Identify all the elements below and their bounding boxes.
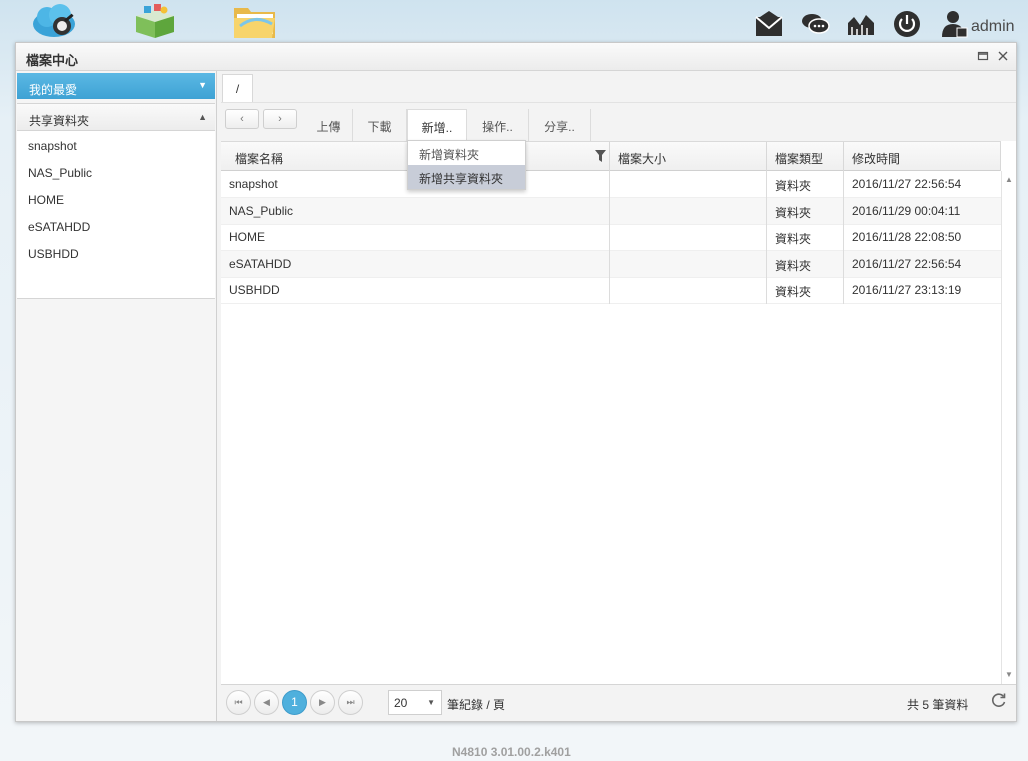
cell-type: 資料夾 — [767, 277, 844, 304]
user-icon[interactable] — [940, 9, 970, 39]
toolbar: ‹ › 上傳 下載 新增.. 操作.. 分享.. — [221, 103, 1016, 141]
last-page-icon[interactable]: ⏭ — [338, 690, 363, 715]
forward-button[interactable]: › — [263, 109, 297, 129]
user-name[interactable]: admin — [971, 18, 1015, 36]
vertical-scrollbar[interactable]: ▲ ▼ — [1001, 171, 1016, 684]
operations-button[interactable]: 操作.. — [467, 109, 529, 141]
cell-size — [610, 171, 767, 198]
cell-type: 資料夾 — [767, 251, 844, 278]
caret-up-icon: ▲ — [198, 112, 207, 122]
cell-size — [610, 277, 767, 304]
window-titlebar[interactable]: 檔案中心 — [16, 43, 1016, 71]
cell-type: 資料夾 — [767, 198, 844, 225]
cell-size — [610, 251, 767, 278]
cell-size — [610, 198, 767, 225]
file-browser: / ‹ › 上傳 下載 新增.. 操作.. 分享.. 檔案名稱 檔案大小 檔案類… — [221, 71, 1016, 721]
shared-folder-item[interactable]: HOME — [17, 185, 215, 212]
table-row[interactable]: USBHDD 資料夾 2016/11/27 23:13:19 — [221, 277, 1001, 304]
first-page-icon[interactable]: ⏮ — [226, 690, 251, 715]
menu-item-new-folder[interactable]: 新增資料夾 — [408, 141, 525, 165]
cell-size — [610, 224, 767, 251]
close-icon[interactable] — [996, 49, 1010, 63]
download-button[interactable]: 下載 — [353, 109, 407, 141]
prev-page-icon[interactable]: ◀ — [254, 690, 279, 715]
back-button[interactable]: ‹ — [225, 109, 259, 129]
grid-header: 檔案名稱 檔案大小 檔案類型 修改時間 — [221, 141, 1001, 171]
app-center-icon[interactable] — [130, 2, 180, 40]
scroll-up-icon[interactable]: ▲ — [1005, 175, 1013, 184]
total-count: 共 5 筆資料 — [907, 698, 969, 712]
shared-folder-list: snapshot NAS_Public HOME eSATAHDD USBHDD — [17, 131, 215, 299]
filter-icon[interactable] — [595, 150, 606, 162]
shared-folders-header[interactable]: 共享資料夾 ▲ — [17, 103, 215, 131]
pagination-bar: ⏮ ◀ 1 ▶ ⏭ 20 ▼ 筆紀錄 / 頁 共 5 筆資料 — [221, 684, 1016, 721]
table-row[interactable]: eSATAHDD 資料夾 2016/11/27 22:56:54 — [221, 251, 1001, 278]
file-folder-icon[interactable] — [230, 2, 280, 40]
new-button[interactable]: 新增.. — [407, 109, 467, 141]
power-icon[interactable] — [892, 9, 922, 39]
column-header-type[interactable]: 檔案類型 — [767, 142, 844, 171]
table-row[interactable]: snapshot 資料夾 2016/11/27 22:56:54 — [221, 171, 1001, 198]
column-header-size[interactable]: 檔案大小 — [610, 142, 767, 171]
caret-down-icon: ▼ — [427, 698, 435, 707]
table-row[interactable]: NAS_Public 資料夾 2016/11/29 00:04:11 — [221, 198, 1001, 225]
new-dropdown-menu: 新增資料夾 新增共享資料夾 — [407, 140, 526, 190]
cell-name: eSATAHDD — [221, 251, 610, 278]
column-header-label: 檔案大小 — [618, 152, 667, 166]
upload-button[interactable]: 上傳 — [305, 109, 353, 141]
message-icon[interactable] — [754, 9, 784, 39]
column-header-label: 檔案類型 — [775, 152, 824, 166]
shared-folders-label: 共享資料夾 — [29, 114, 90, 128]
favorites-label: 我的最愛 — [29, 83, 78, 97]
favorites-header[interactable]: 我的最愛 ▼ — [17, 73, 215, 99]
maximize-icon[interactable] — [976, 49, 990, 63]
cell-type: 資料夾 — [767, 224, 844, 251]
shared-folder-item[interactable]: snapshot — [17, 131, 215, 158]
chat-icon[interactable] — [800, 9, 830, 39]
column-header-label: 修改時間 — [852, 152, 901, 166]
cell-time: 2016/11/29 00:04:11 — [852, 204, 961, 218]
cloud-drive-icon[interactable] — [30, 2, 80, 40]
refresh-icon[interactable] — [991, 692, 1007, 708]
page-size-select[interactable]: 20 ▼ — [388, 690, 442, 715]
shared-folder-item[interactable]: eSATAHDD — [17, 212, 215, 239]
cell-type: 資料夾 — [767, 171, 844, 198]
file-list: snapshot 資料夾 2016/11/27 22:56:54 NAS_Pub… — [221, 171, 1001, 684]
shared-folder-item[interactable]: USBHDD — [17, 239, 215, 266]
share-button[interactable]: 分享.. — [529, 109, 591, 141]
current-page-button[interactable]: 1 — [282, 690, 307, 715]
breadcrumb-root[interactable]: / — [222, 74, 253, 102]
desktop-topbar: admin — [0, 0, 1028, 42]
cell-time: 2016/11/27 23:13:19 — [852, 283, 962, 297]
file-center-window: 檔案中心 我的最愛 ▼ 共享資料夾 ▲ snapshot NAS_Public … — [15, 42, 1017, 722]
per-page-label: 筆紀錄 / 頁 — [447, 698, 506, 712]
column-header-label: 檔案名稱 — [235, 152, 284, 166]
caret-down-icon: ▼ — [198, 80, 207, 90]
scroll-down-icon[interactable]: ▼ — [1005, 670, 1013, 679]
cell-time: 2016/11/27 22:56:54 — [852, 257, 962, 271]
next-page-icon[interactable]: ▶ — [310, 690, 335, 715]
shared-folder-item[interactable]: NAS_Public — [17, 158, 215, 185]
page-size-value: 20 — [394, 696, 408, 710]
cell-time: 2016/11/27 22:56:54 — [852, 177, 962, 191]
column-header-time[interactable]: 修改時間 — [844, 142, 1001, 171]
firmware-version: N4810 3.01.00.2.k401 — [452, 745, 571, 759]
cell-name: NAS_Public — [221, 198, 610, 225]
breadcrumb: / — [221, 71, 1016, 103]
resource-monitor-icon[interactable] — [846, 9, 876, 39]
sidebar: 我的最愛 ▼ 共享資料夾 ▲ snapshot NAS_Public HOME … — [16, 71, 217, 721]
window-title: 檔案中心 — [26, 53, 79, 68]
table-row[interactable]: HOME 資料夾 2016/11/28 22:08:50 — [221, 224, 1001, 251]
menu-item-new-share-folder[interactable]: 新增共享資料夾 — [408, 165, 525, 189]
cell-time: 2016/11/28 22:08:50 — [852, 230, 962, 244]
cell-name: USBHDD — [221, 277, 610, 304]
cell-name: HOME — [221, 224, 610, 251]
